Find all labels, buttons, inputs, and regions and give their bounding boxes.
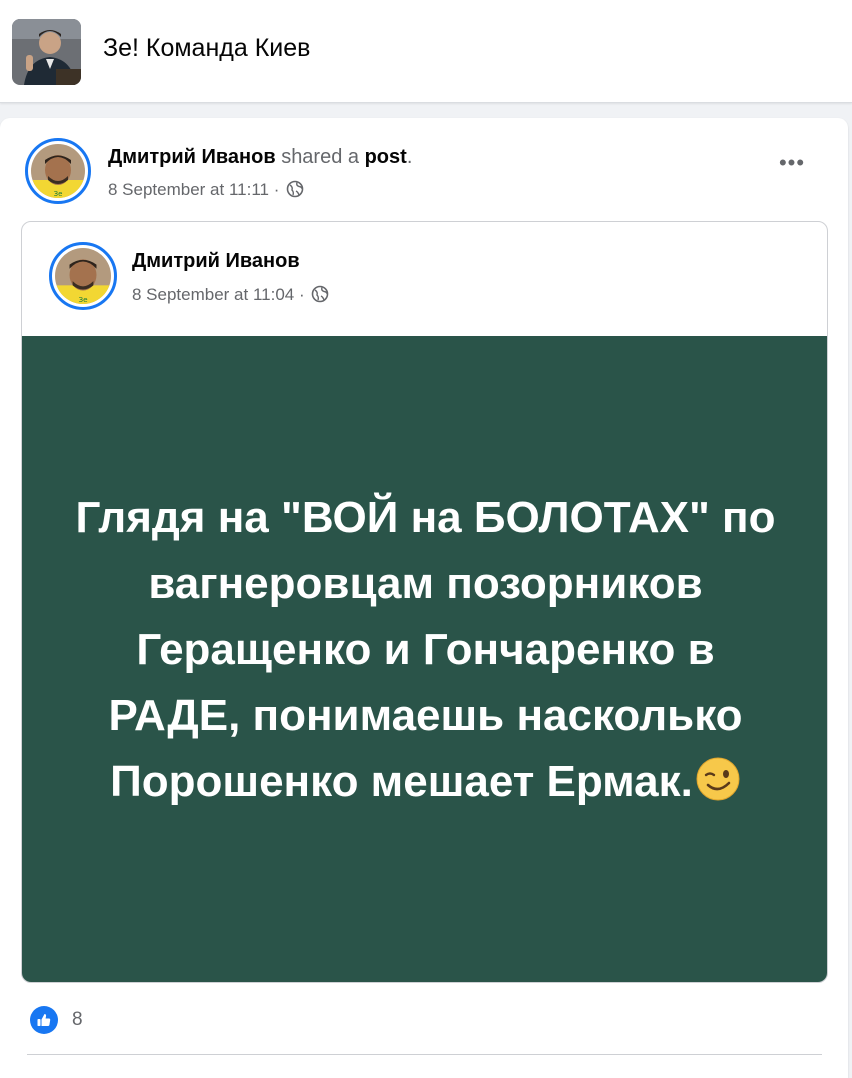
original-post-timestamp[interactable]: 8 September at 11:04 [132,285,294,304]
share-period: . [406,146,413,168]
more-options-button[interactable]: ••• [770,152,814,182]
share-meta: 8 September at 11:11 · [108,180,304,203]
reactions-summary[interactable]: 8 [30,1005,83,1035]
share-action-text: shared a [281,146,360,168]
svg-text:Зе: Зе [54,190,63,198]
more-options-icon: ••• [778,150,806,175]
group-header: Зе! Команда Киев [0,0,852,103]
globe-icon [311,285,329,308]
globe-icon [286,180,304,203]
winking-face-emoji [695,755,741,821]
meta-separator: · [298,285,305,304]
reaction-count[interactable]: 8 [72,1009,83,1031]
post-text-block: Глядя на "ВОЙ на БОЛОТАХ" по вагнеровцам… [66,485,786,821]
group-avatar[interactable] [12,19,81,85]
shared-post-container[interactable]: Зе Дмитрий Иванов 8 September at 11:04 ·… [21,221,828,983]
original-post-meta: 8 September at 11:04 · [132,285,329,308]
share-timestamp[interactable]: 8 September at 11:11 [108,180,269,199]
author-avatar[interactable]: Зе [49,242,117,310]
feed-post-card: Зе Дмитрий Иванов shared a post. 8 Septe… [0,118,848,1078]
post-text: Глядя на "ВОЙ на БОЛОТАХ" по вагнеровцам… [75,492,776,806]
post-text-background: Глядя на "ВОЙ на БОЛОТАХ" по вагнеровцам… [22,336,827,982]
shared-post-link[interactable]: post [365,146,407,168]
divider [27,1054,822,1055]
sharer-name[interactable]: Дмитрий Иванов [108,146,276,168]
original-author-name[interactable]: Дмитрий Иванов [132,250,300,273]
like-icon [30,1006,58,1034]
svg-text:Зе: Зе [78,295,88,304]
meta-separator: · [273,180,280,199]
share-header-line: Дмитрий Иванов shared a post. [108,146,412,169]
group-title[interactable]: Зе! Команда Киев [103,34,310,63]
sharer-avatar[interactable]: Зе [25,138,91,204]
